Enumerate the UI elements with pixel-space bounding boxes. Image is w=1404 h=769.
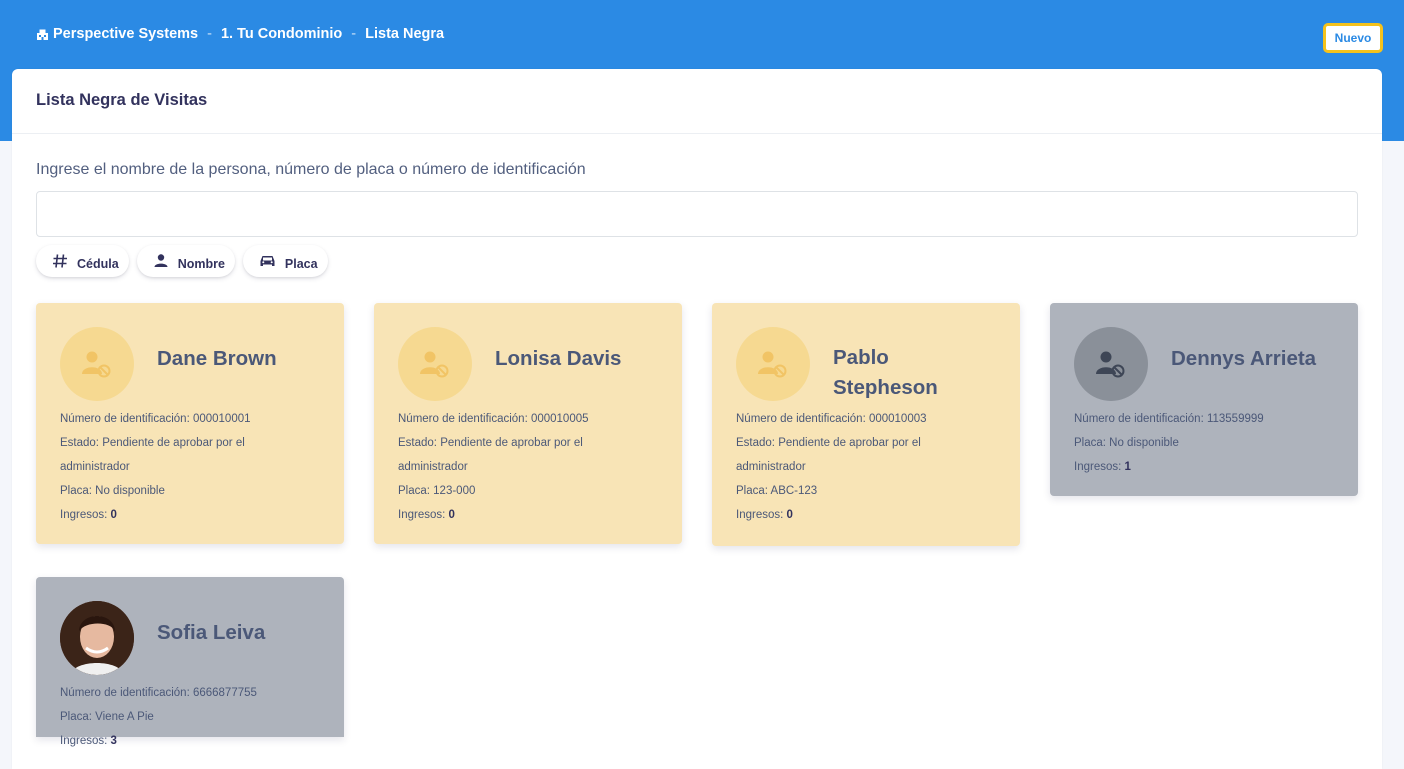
visitor-entries: Ingresos: 0: [736, 509, 793, 521]
breadcrumb-app[interactable]: Perspective Systems: [53, 26, 198, 42]
visitor-status: Estado: Pendiente de aprobar por el: [736, 437, 921, 449]
visitor-name: Dennys Arrieta: [1171, 347, 1317, 370]
page-title: Lista Negra de Visitas: [12, 69, 1382, 134]
visitor-name: Lonisa Davis: [495, 347, 622, 370]
user-photo: [60, 601, 134, 675]
hash-icon: [53, 254, 67, 268]
visitor-id: Número de identificación: 113559999: [1074, 413, 1264, 425]
visitor-entries: Ingresos: 0: [60, 509, 117, 521]
breadcrumb: Perspective Systems - 1. Tu Condominio -…: [36, 24, 444, 44]
user-blocked-icon: [60, 327, 134, 401]
visitor-id: Número de identificación: 000010001: [60, 413, 251, 425]
breadcrumb-condo[interactable]: 1. Tu Condominio: [221, 26, 342, 42]
visitor-status: Estado: Pendiente de aprobar por el: [60, 437, 245, 449]
search-input[interactable]: [36, 191, 1358, 237]
person-icon: [154, 254, 168, 267]
visitor-status: Estado: Pendiente de aprobar por el: [398, 437, 583, 449]
breadcrumb-separator: -: [351, 26, 357, 42]
visitor-plate: Placa: 123-000: [398, 485, 476, 497]
user-blocked-icon: [398, 327, 472, 401]
visitor-card-sofia-leiva[interactable]: Sofia Leiva Número de identificación: 66…: [36, 577, 344, 747]
visitor-entries: Ingresos: 0: [398, 509, 455, 521]
visitor-status-cont: administrador: [736, 461, 806, 473]
visitor-card-dane-brown[interactable]: Dane Brown Número de identificación: 000…: [36, 303, 344, 544]
visitor-name: Pablo Stepheson: [833, 343, 938, 403]
visitor-plate: Placa: Viene A Pie: [60, 711, 154, 723]
visitor-name-line1: Pablo: [833, 346, 889, 369]
breadcrumb-current: Lista Negra: [365, 26, 445, 42]
visitor-card-lonisa-davis[interactable]: Lonisa Davis Número de identificación: 0…: [374, 303, 682, 544]
visitor-entries: Ingresos: 1: [1074, 461, 1131, 473]
visitor-name: Dane Brown: [157, 347, 277, 370]
visitor-id: Número de identificación: 000010003: [736, 413, 927, 425]
visitor-id: Número de identificación: 000010005: [398, 413, 589, 425]
filter-cedula-label: Cédula: [77, 256, 119, 271]
visitor-entries: Ingresos: 3: [60, 735, 117, 747]
filter-nombre-button[interactable]: Nombre: [136, 245, 235, 277]
visitor-plate: Placa: No disponible: [60, 485, 165, 497]
breadcrumb-separator: -: [207, 26, 212, 42]
car-icon: [260, 256, 275, 266]
visitor-name: Sofia Leiva: [157, 621, 266, 644]
visitor-plate: Placa: No disponible: [1074, 437, 1179, 449]
filter-placa-button[interactable]: Placa: [242, 245, 328, 277]
search-label: Ingrese el nombre de la persona, número …: [36, 161, 586, 178]
visitor-status-cont: administrador: [60, 461, 130, 473]
filter-placa-label: Placa: [284, 256, 318, 271]
visitor-id: Número de identificación: 6666877755: [60, 687, 257, 699]
visitor-card-dennys-arrieta[interactable]: Dennys Arrieta Número de identificación:…: [1050, 303, 1358, 496]
user-blocked-icon: [1074, 327, 1148, 401]
new-button[interactable]: Nuevo: [1323, 23, 1383, 53]
visitor-name-line2: Stepheson: [833, 376, 938, 399]
filter-group: Cédula Nombre Placa: [36, 245, 328, 277]
filter-cedula-button[interactable]: Cédula: [36, 245, 129, 277]
visitor-status-cont: administrador: [398, 461, 468, 473]
filter-nombre-label: Nombre: [177, 256, 225, 271]
visitor-plate: Placa: ABC-123: [736, 485, 818, 497]
building-icon: [37, 29, 48, 40]
user-blocked-icon: [736, 327, 810, 401]
visitor-card-pablo-stepheson[interactable]: Pablo Stepheson Número de identificación…: [712, 303, 1020, 546]
